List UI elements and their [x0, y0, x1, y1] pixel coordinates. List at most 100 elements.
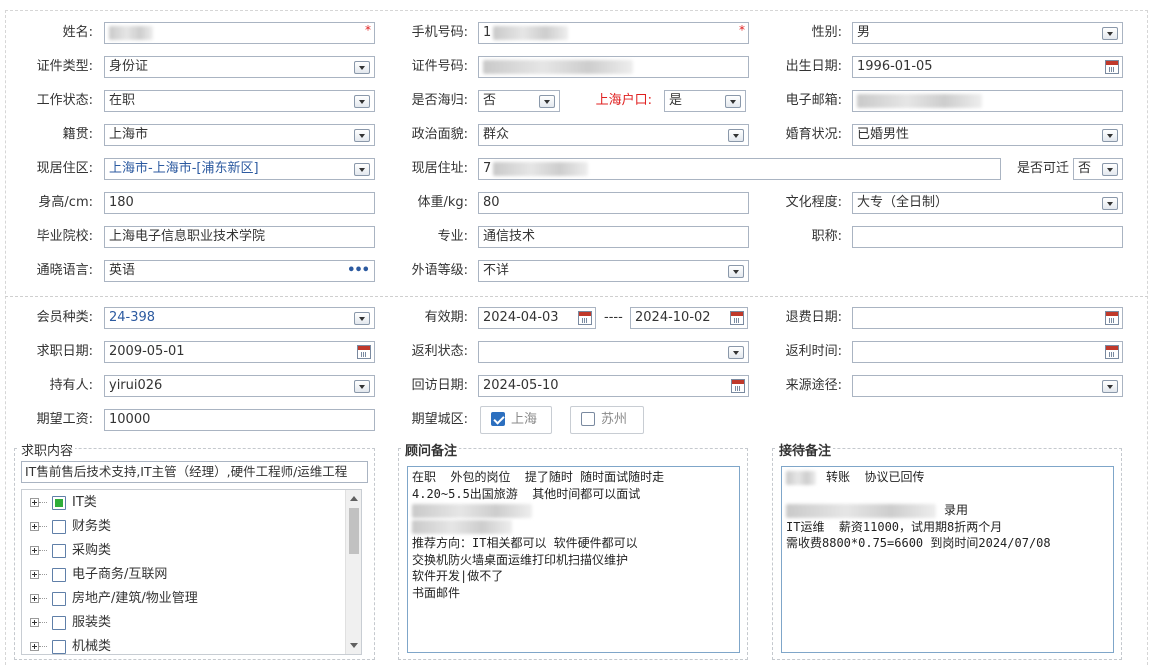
height-field[interactable]: 180 [104, 192, 375, 214]
validity-end-field[interactable]: 2024-10-02 [630, 307, 748, 329]
residence-area-select[interactable]: 上海市-上海市-[浦东新区] [104, 158, 375, 180]
expand-icon[interactable] [30, 498, 39, 507]
expand-icon[interactable] [30, 642, 39, 651]
foreign-level-label: 外语等级: [411, 263, 468, 278]
chevron-down-icon[interactable] [354, 380, 370, 393]
holder-select[interactable]: yirui026 [104, 375, 375, 397]
checkbox-icon[interactable] [581, 411, 595, 426]
name-field[interactable]: * [104, 22, 375, 44]
job-content-summary[interactable]: IT售前售后技术支持,IT主管（经理）,硬件工程师/运维工程 [21, 461, 368, 483]
email-field[interactable] [852, 90, 1123, 112]
expand-icon[interactable] [30, 546, 39, 555]
refund-date-field[interactable] [852, 307, 1123, 329]
school-field[interactable]: 上海电子信息职业技术学院 [104, 226, 375, 248]
chevron-down-icon[interactable] [354, 129, 370, 142]
reception-notes-textarea[interactable]: 转账 协议已回传 录用 IT运维 薪资11000，试用期8折两个月 需收费880… [781, 466, 1114, 653]
tree-item-purchasing[interactable]: 采购类 [22, 540, 342, 562]
checkbox-icon[interactable] [52, 568, 66, 582]
expand-icon[interactable] [30, 594, 39, 603]
tree-item-it[interactable]: IT类 [22, 492, 342, 514]
note-line: 书面邮件 [412, 585, 461, 600]
advisor-notes-textarea[interactable]: 在职 外包的岗位 提了随时 随时面试随时走 4.20~5.5出国旅游 其他时间都… [407, 466, 740, 653]
tree-item-apparel[interactable]: 服装类 [22, 612, 342, 634]
language-field[interactable]: 英语 ••• [104, 260, 375, 282]
title-field[interactable] [852, 226, 1123, 248]
chevron-down-icon[interactable] [354, 312, 370, 325]
more-icon[interactable]: ••• [347, 261, 370, 281]
tree-connector [39, 646, 47, 647]
checkbox-icon[interactable] [52, 520, 66, 534]
calendar-icon[interactable] [357, 345, 371, 359]
chevron-down-icon[interactable] [728, 129, 744, 142]
checkbox-icon[interactable] [52, 592, 66, 606]
chevron-down-icon[interactable] [1102, 27, 1118, 40]
chevron-down-icon[interactable] [1102, 129, 1118, 142]
foreign-level-select[interactable]: 不详 [478, 260, 749, 282]
id-type-select[interactable]: 身份证 [104, 56, 375, 78]
scroll-down-icon[interactable] [350, 643, 358, 648]
calendar-icon[interactable] [731, 379, 745, 393]
job-seek-date-field[interactable]: 2009-05-01 [104, 341, 375, 363]
tree-scrollbar[interactable] [345, 490, 361, 654]
expand-icon[interactable] [30, 522, 39, 531]
rebate-time-field[interactable] [852, 341, 1123, 363]
weight-field[interactable]: 80 [478, 192, 749, 214]
calendar-icon[interactable] [730, 311, 744, 325]
rebate-status-select[interactable] [478, 341, 749, 363]
shanghai-hukou-select[interactable]: 是 [664, 90, 746, 112]
chevron-down-icon[interactable] [354, 163, 370, 176]
job-content-title: 求职内容 [19, 440, 76, 459]
member-type-select[interactable]: 24-398 [104, 307, 375, 329]
city-option-suzhou[interactable]: 苏州 [570, 406, 644, 434]
calendar-icon[interactable] [1105, 60, 1119, 74]
residence-area-value: 上海市-上海市-[浦东新区] [109, 161, 259, 176]
calendar-icon[interactable] [1105, 345, 1119, 359]
tree-connector [39, 622, 47, 623]
work-status-select[interactable]: 在职 [104, 90, 375, 112]
checkbox-icon[interactable] [52, 640, 66, 654]
tree-item-ecommerce[interactable]: 电子商务/互联网 [22, 564, 342, 586]
checkbox-icon[interactable] [52, 616, 66, 630]
tree-item-real-estate[interactable]: 房地产/建筑/物业管理 [22, 588, 342, 610]
chevron-down-icon[interactable] [354, 95, 370, 108]
chevron-down-icon[interactable] [1102, 380, 1118, 393]
chevron-down-icon[interactable] [728, 265, 744, 278]
checkbox-partial-icon[interactable] [52, 496, 66, 510]
residence-address-field[interactable]: 7 [478, 158, 1001, 180]
chevron-down-icon[interactable] [728, 346, 744, 359]
validity-start-field[interactable]: 2024-04-03 [478, 307, 596, 329]
education-select[interactable]: 大专（全日制） [852, 192, 1123, 214]
can-relocate-select[interactable]: 否 [1073, 158, 1123, 180]
chevron-down-icon[interactable] [539, 95, 555, 108]
calendar-icon[interactable] [578, 311, 592, 325]
source-select[interactable] [852, 375, 1123, 397]
id-number-field[interactable] [478, 56, 749, 78]
chevron-down-icon[interactable] [354, 61, 370, 74]
tree-item-finance[interactable]: 财务类 [22, 516, 342, 538]
calendar-icon[interactable] [1105, 311, 1119, 325]
chevron-down-icon[interactable] [1102, 163, 1118, 176]
chevron-down-icon[interactable] [725, 95, 741, 108]
native-place-select[interactable]: 上海市 [104, 124, 375, 146]
scroll-up-icon[interactable] [350, 496, 358, 501]
scroll-thumb[interactable] [349, 508, 359, 554]
phone-field[interactable]: 1 * [478, 22, 749, 44]
birth-date-field[interactable]: 1996-01-05 [852, 56, 1123, 78]
expand-icon[interactable] [30, 570, 39, 579]
tree-connector [39, 502, 47, 503]
category-tree[interactable]: IT类 财务类 采购类 电子商务/互联网 房地产/建筑/物业管理 服装类 机械类 [21, 489, 362, 655]
expected-salary-field[interactable]: 10000 [104, 409, 375, 431]
chevron-down-icon[interactable] [1102, 197, 1118, 210]
marital-status-select[interactable]: 已婚男性 [852, 124, 1123, 146]
city-option-shanghai[interactable]: 上海 [480, 406, 552, 434]
tree-item-machinery[interactable]: 机械类 [22, 636, 342, 654]
checkbox-icon[interactable] [52, 544, 66, 558]
overseas-return-select[interactable]: 否 [478, 90, 560, 112]
redacted-text [412, 520, 512, 534]
gender-select[interactable]: 男 [852, 22, 1123, 44]
checkbox-checked-icon[interactable] [491, 411, 505, 426]
political-status-select[interactable]: 群众 [478, 124, 749, 146]
major-field[interactable]: 通信技术 [478, 226, 749, 248]
visit-date-field[interactable]: 2024-05-10 [478, 375, 749, 397]
expand-icon[interactable] [30, 618, 39, 627]
